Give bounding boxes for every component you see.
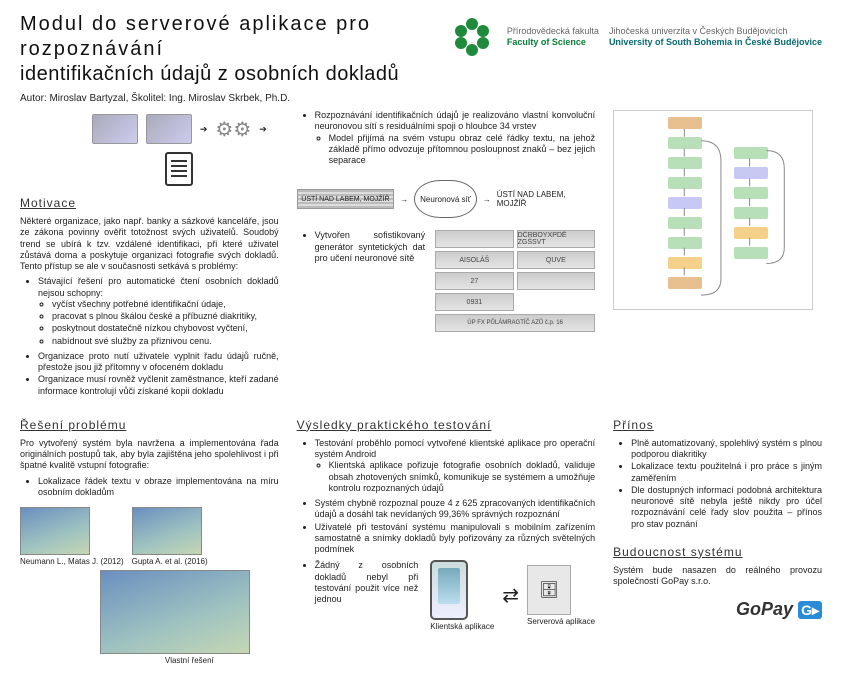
syn-sample: AISOLÁŠ — [435, 251, 514, 269]
col-topmid: Rozpoznávání identifikačních údajů je re… — [297, 110, 595, 402]
phone-icon — [430, 560, 468, 620]
reseni-p1: Pro vytvořený systém byla navržena a imp… — [20, 438, 279, 472]
poster-title-line1: Modul do serverové aplikace pro rozpozná… — [20, 12, 427, 62]
syn-sample: DČRBOYXPDĚ ZGŠSVT — [517, 230, 596, 248]
motivace-s4: nabídnout své služby za přiznivou cenu. — [52, 336, 279, 347]
nn-cloud: Neuronová síť — [414, 180, 476, 218]
col-diagram — [613, 110, 822, 402]
title-block: Modul do serverové aplikace pro rozpozná… — [20, 12, 427, 104]
gopay-logo: GoPay G▸ — [613, 599, 822, 620]
reseni-title: Řešení problému — [20, 418, 279, 432]
caption-server: Serverová aplikace — [527, 617, 595, 626]
col-prinos: Přínos Plně automatizovaný, spolehlivý s… — [613, 412, 822, 665]
nn-input-strip: ÚSTÍ NAD LABEM, MOJŽÍŘ — [297, 189, 395, 209]
vysledky-b2: Systém chybně rozpoznal pouze 4 z 625 zp… — [315, 498, 595, 521]
col-motivace: ➔ ⚙⚙ ➔ Motivace Některé organizace, jako… — [20, 110, 279, 402]
arrow-right-icon: ➔ — [259, 124, 267, 135]
reseni-b1: Lokalizace řádek textu v obraze implemen… — [38, 476, 279, 499]
topmid-b2: Vytvořen sofistikovaný generátor synteti… — [315, 230, 425, 264]
caption-neumann: Neumann L., Matas J. (2012) — [20, 557, 124, 566]
topmid-s1: Model přijímá na svém vstupu obraz celé … — [329, 133, 595, 167]
arrow-right-icon: → — [483, 195, 491, 204]
id-card-thumb — [92, 114, 138, 144]
syn-sample — [517, 272, 596, 290]
syn-sample: 0931 — [435, 293, 514, 311]
university-text: Jihočeská univerzita v Českých Budějovic… — [609, 26, 822, 49]
top-row: ➔ ⚙⚙ ➔ Motivace Některé organizace, jako… — [0, 110, 842, 412]
prinos-title: Přínos — [613, 418, 822, 432]
arrow-right-icon: ➔ — [200, 124, 208, 135]
budoucnost-p1: Systém bude nasazen do reálného provozu … — [613, 565, 822, 588]
syn-sample: 27 — [435, 272, 514, 290]
vysledky-b1: Testování proběhlo pomocí vytvořené klie… — [315, 438, 595, 494]
univ-en: University of South Bohemia in České Bud… — [609, 37, 822, 48]
prinos-b2: Lokalizace textu použitelná i pro práce … — [631, 461, 822, 484]
faculty-text: Přírodovědecká fakulta Faculty of Scienc… — [507, 26, 599, 49]
motivace-title: Motivace — [20, 196, 279, 210]
logo-block: Přírodovědecká fakulta Faculty of Scienc… — [447, 12, 822, 62]
id-card-thumb — [146, 114, 192, 144]
synthetic-samples-grid: DČRBOYXPDĚ ZGŠSVT AISOLÁŠ QUVE 27 0931 Ú… — [435, 230, 595, 332]
motivace-b2: Organizace proto nutí uživatele vyplnit … — [38, 351, 279, 374]
vysledky-title: Výsledky praktického testování — [297, 418, 595, 432]
bidirectional-arrow-icon: ⇄ — [502, 583, 519, 608]
caption-gupta: Gupta A. et al. (2016) — [132, 557, 208, 566]
topmid-b1: Rozpoznávání identifikačních údajů je re… — [315, 110, 595, 166]
motivace-thumbs: ➔ ⚙⚙ ➔ — [80, 114, 279, 186]
motivace-b1: Stávající řešení pro automatické čtení o… — [38, 276, 279, 347]
prinos-b1: Plně automatizovaný, spolehlivý systém s… — [631, 438, 822, 461]
author-line: Autor: Miroslav Bartyzal, Školitel: Ing.… — [20, 93, 427, 104]
nn-architecture-diagram — [613, 110, 813, 310]
gears-icon: ⚙⚙ — [215, 117, 251, 142]
col-reseni: Řešení problému Pro vytvořený systém byl… — [20, 412, 279, 665]
faculty-en: Faculty of Science — [507, 37, 599, 48]
vysledky-s1: Klientská aplikace pořizuje fotografie o… — [329, 460, 595, 494]
poster-title-line2: identifikačních údajů z osobních dokladů — [20, 62, 427, 87]
motivace-s3: poskytnout dostatečně nízkou chybovost v… — [52, 323, 279, 334]
budoucnost-title: Budoucnost systému — [613, 545, 822, 559]
caption-vlastni: Vlastní řešení — [100, 656, 279, 665]
prinos-b3: Dle dostupných informací podobná archite… — [631, 485, 822, 530]
univ-cz: Jihočeská univerzita v Českých Budějovic… — [609, 26, 822, 37]
fig-vlastni: Vlastní řešení — [100, 570, 279, 665]
arrow-right-icon: → — [400, 195, 408, 204]
faculty-logo-icon — [447, 12, 497, 62]
motivace-p1: Některé organizace, jako např. banky a s… — [20, 216, 279, 272]
syn-sample — [435, 230, 514, 248]
caption-client: Klientská aplikace — [430, 622, 494, 631]
fig-gupta: Gupta A. et al. (2016) — [132, 507, 208, 566]
motivace-s1: vyčíst všechny potřebné identifikační úd… — [52, 299, 279, 310]
header: Modul do serverové aplikace pro rozpozná… — [0, 0, 842, 110]
faculty-cz: Přírodovědecká fakulta — [507, 26, 599, 37]
col-vysledky: Výsledky praktického testování Testování… — [297, 412, 595, 665]
motivace-b3: Organizace musí rovněž vyčlenit zaměstna… — [38, 374, 279, 397]
gopay-g-icon: G▸ — [798, 601, 822, 619]
server-icon: 🗄 — [527, 565, 571, 615]
syn-sample: ÚP FX PŮLÁMRAGTÍČ AZŮ č.p. 16 — [435, 314, 595, 332]
vysledky-b4: Žádný z osobních dokladů nebyl při testo… — [315, 560, 419, 605]
motivace-s2: pracovat s plnou škálou české a příbuzné… — [52, 311, 279, 322]
server-app-figure: 🗄 Serverová aplikace — [527, 565, 595, 626]
nn-output-text: ÚSTÍ NAD LABEM, MOJŽÍŘ — [497, 190, 595, 208]
vysledky-b3: Uživatelé při testování systému manipulo… — [315, 522, 595, 556]
nn-pipeline: ÚSTÍ NAD LABEM, MOJŽÍŘ → Neuronová síť →… — [297, 180, 595, 218]
bottom-row: Řešení problému Pro vytvořený systém byl… — [0, 412, 842, 675]
document-icon — [165, 152, 193, 186]
fig-neumann: Neumann L., Matas J. (2012) — [20, 507, 124, 566]
client-app-figure: Klientská aplikace — [430, 560, 494, 631]
syn-sample: QUVE — [517, 251, 596, 269]
